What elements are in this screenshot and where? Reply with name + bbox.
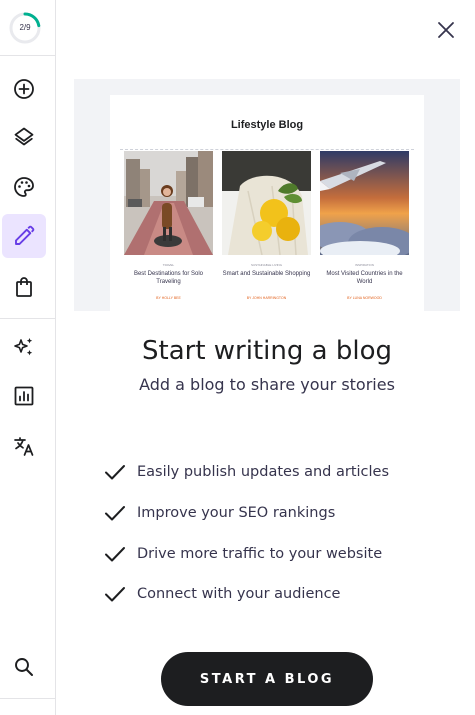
website-styles-button[interactable] xyxy=(2,165,46,209)
progress-indicator[interactable]: 2/9 xyxy=(8,11,42,45)
layers-icon xyxy=(14,127,34,146)
sparkles-icon xyxy=(14,338,33,356)
post-author: BY HOLLY BEE xyxy=(156,296,181,300)
airplane-sunset-image xyxy=(320,151,409,255)
translate-icon xyxy=(14,437,34,456)
shopping-bag-icon xyxy=(16,277,32,297)
post-category: INSPIRATION xyxy=(355,263,374,267)
blog-button[interactable] xyxy=(2,214,46,258)
pencil-icon xyxy=(15,225,35,245)
sidebar-divider xyxy=(0,698,55,699)
ai-tools-button[interactable] xyxy=(2,325,46,369)
feature-text: Easily publish updates and articles xyxy=(137,464,390,481)
post-title: Smart and Sustainable Shopping xyxy=(222,271,311,277)
start-blog-button[interactable]: START A BLOG xyxy=(161,652,373,706)
palette-icon xyxy=(14,177,34,197)
store-button[interactable] xyxy=(2,265,46,309)
feature-item: Connect with your audience xyxy=(104,574,444,615)
post-author: BY JOHN HARRINGTON xyxy=(246,296,287,300)
search-button[interactable] xyxy=(2,645,46,689)
preview-post: SUSTAINABLE LIVING Smart and Sustainable… xyxy=(222,151,311,300)
sidebar-divider xyxy=(0,318,55,319)
panel-subheading: Add a blog to share your stories xyxy=(139,375,395,394)
post-title: Most Visited Countries in the World xyxy=(326,271,403,285)
preview-post: TRAVEL Best Destinations for Solo Travel… xyxy=(124,151,213,300)
panel-heading: Start writing a blog xyxy=(142,336,392,366)
layers-button[interactable] xyxy=(2,115,46,159)
add-element-button[interactable] xyxy=(2,67,46,111)
preview-blog-title: Lifestyle Blog xyxy=(230,119,304,131)
preview-post: INSPIRATION Most Visited Countries in th… xyxy=(320,151,409,300)
feature-text: Connect with your audience xyxy=(137,586,341,603)
post-category: SUSTAINABLE LIVING xyxy=(250,263,283,267)
feature-item: Improve your SEO rankings xyxy=(104,493,444,534)
close-button[interactable] xyxy=(434,18,458,42)
close-icon xyxy=(438,22,454,38)
chart-icon xyxy=(14,386,34,406)
checkmark-icon xyxy=(105,587,125,602)
sidebar: 2/9 xyxy=(0,0,56,715)
blog-preview-card: Lifestyle Blog TRAVEL Best Destinations … xyxy=(110,95,424,311)
feature-item: Drive more traffic to your website xyxy=(104,533,444,574)
feature-text: Improve your SEO rankings xyxy=(137,505,336,522)
plus-circle-icon xyxy=(14,79,34,99)
checkmark-icon xyxy=(105,465,125,480)
feature-text: Drive more traffic to your website xyxy=(137,545,383,562)
post-category: TRAVEL xyxy=(162,263,175,267)
feature-list: Easily publish updates and articles Impr… xyxy=(104,452,444,615)
checkmark-icon xyxy=(105,506,125,521)
sidebar-divider xyxy=(0,55,55,56)
preview-divider xyxy=(120,149,414,150)
blog-preview-image: Lifestyle Blog TRAVEL Best Destinations … xyxy=(74,79,460,311)
lemons-bag-image xyxy=(222,151,311,255)
city-street-image xyxy=(124,151,213,255)
analytics-button[interactable] xyxy=(2,374,46,418)
feature-item: Easily publish updates and articles xyxy=(104,452,444,493)
post-author: BY LUNA NORWOOD xyxy=(347,296,382,300)
translate-button[interactable] xyxy=(2,424,46,468)
post-title: Best Destinations for Solo Traveling xyxy=(133,271,204,285)
checkmark-icon xyxy=(105,546,125,562)
search-icon xyxy=(15,658,33,676)
progress-text: 2/9 xyxy=(19,23,31,32)
